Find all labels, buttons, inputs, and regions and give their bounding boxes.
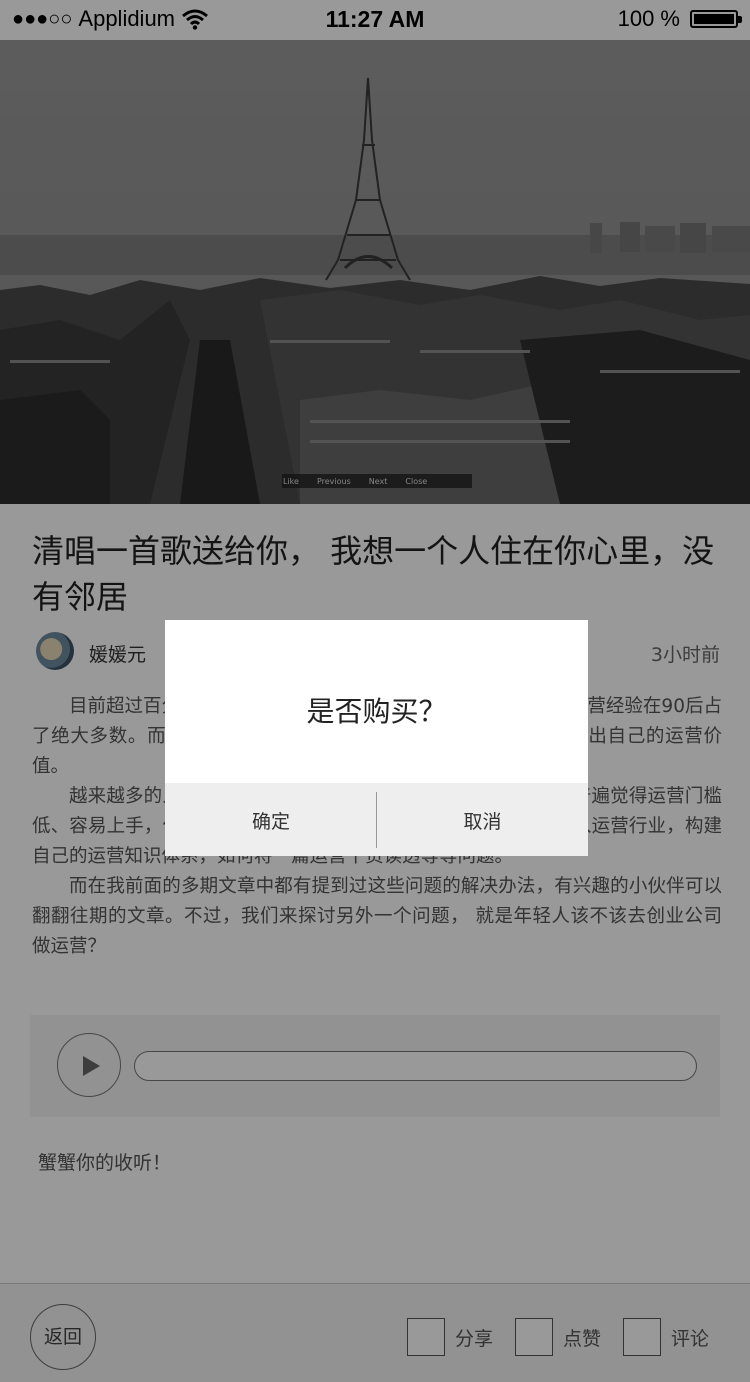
- cancel-button[interactable]: 取消: [377, 783, 588, 856]
- dialog-actions: 确定 取消: [165, 783, 588, 856]
- dialog-message: 是否购买？: [306, 695, 447, 728]
- confirm-button[interactable]: 确定: [165, 783, 377, 856]
- purchase-dialog: 是否购买？ 确定 取消: [165, 620, 588, 856]
